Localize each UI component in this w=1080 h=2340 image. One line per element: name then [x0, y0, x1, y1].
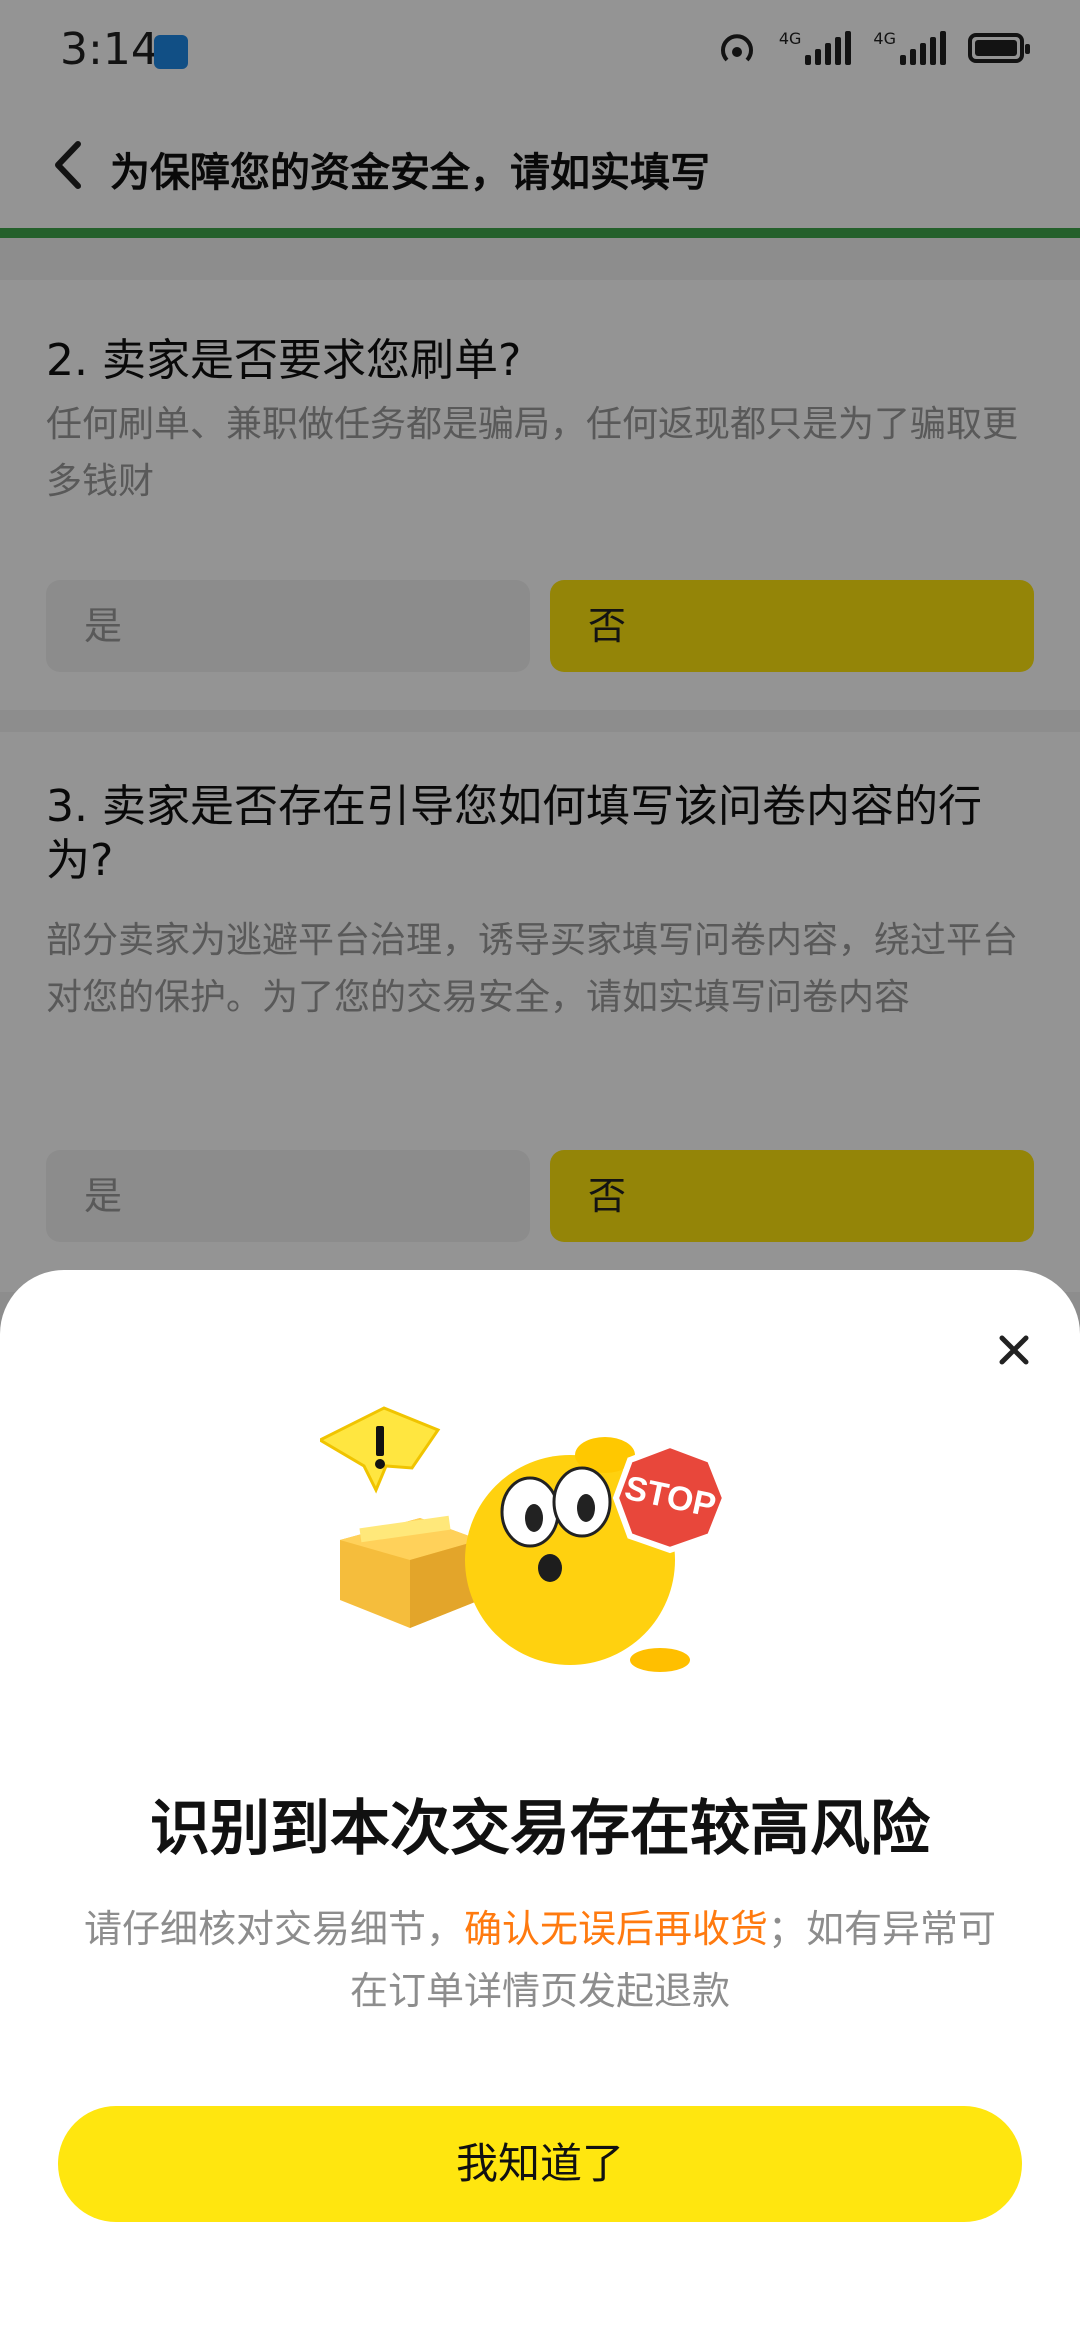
close-icon[interactable] — [992, 1328, 1036, 1372]
risk-warning-sheet: STOP 识别到本次交易存在较高风险 请仔细核对交易细节，确认无误后再收货；如有… — [0, 1270, 1080, 2340]
modal-title: 识别到本次交易存在较高风险 — [150, 1794, 930, 1864]
message-part-1: 请仔细核对交易细节， — [83, 1907, 464, 1951]
message-highlight: 确认无误后再收货 — [463, 1907, 768, 1951]
warning-mascot-illustration: STOP — [320, 1406, 729, 1672]
acknowledge-button[interactable]: 我知道了 — [58, 2106, 1022, 2222]
modal-message: 请仔细核对交易细节，确认无误后再收货；如有异常可在订单详情页发起退款 — [70, 1898, 1010, 2022]
